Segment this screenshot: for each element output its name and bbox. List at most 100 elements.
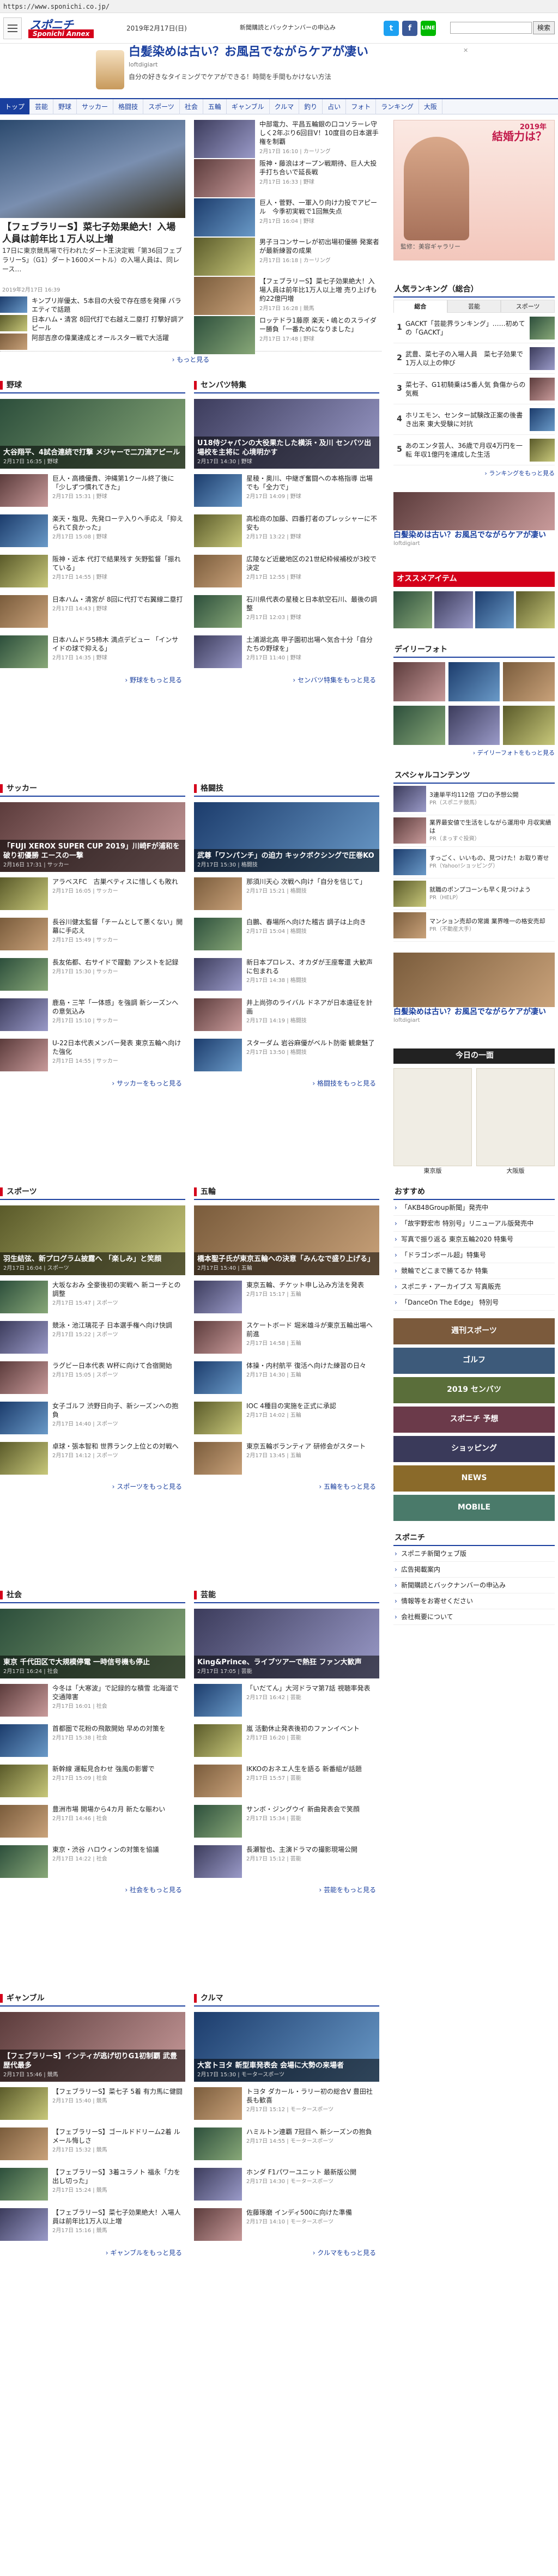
twitter-icon[interactable]: t — [384, 21, 399, 36]
nav-item[interactable]: 占い — [323, 99, 347, 114]
ranking-tab-ent[interactable]: 芸能 — [447, 300, 501, 313]
special-item[interactable]: すっごく、いいもの、見つけた！お取り寄せ PR（Yahoo!ショッピング） — [393, 847, 555, 878]
ranking-tab-all[interactable]: 総合 — [393, 300, 447, 313]
section-item[interactable]: 体操・内村航平 復活へ向けた練習の日々 2月17日 14:30 | 五輪 — [194, 1361, 379, 1396]
top-ad[interactable]: 白髪染めは古い？お風呂でながらケアが凄い loftdigiart 自分の好きなタ… — [96, 45, 434, 89]
section-heading[interactable]: 五輪 — [194, 1185, 379, 1200]
section-item[interactable]: 【フェブラリーS】菜七子 5着 有力馬に健闘 2月17日 15:40 | 競馬 — [0, 2087, 185, 2122]
hero-headline[interactable]: 【フェブラリーS】菜七子効果絶大！入場人員は前年比1万人以上増 売り上げも約22… — [194, 277, 379, 315]
special-item[interactable]: 業界最安値で生活をしながら運用中 月収実績は PR（まっすぐ投資） — [393, 815, 555, 847]
section-lead-image[interactable]: 【フェブラリーS】インティが逃げ切りG1初制覇 武豊 歴代最多 2月17日 15:… — [0, 2012, 185, 2082]
nav-item[interactable]: 格闘技 — [113, 99, 144, 114]
section-item[interactable]: 今冬は「大寒波」で記録的な積雪 北海道で交通障害 2月17日 16:01 | 社会 — [0, 1684, 185, 1719]
photo-thumb[interactable] — [503, 662, 555, 701]
ranking-more[interactable]: › ランキングをもっと見る — [393, 470, 555, 478]
section-item[interactable]: 楽天・塩見、先発ローテ入りへ手応え「抑えられて良かった」 2月17日 15:08 … — [0, 514, 185, 549]
section-item[interactable]: 日本ハムドラ5柿木 満点デビュー 「インサイドの球で抑える」 2月17日 14:3… — [0, 635, 185, 670]
section-item[interactable]: IOC 4種目の実施を正式に承認 2月17日 14:02 | 五輪 — [194, 1402, 379, 1437]
nav-item[interactable]: フォト — [346, 99, 377, 114]
section-item[interactable]: 広陵など近畿地区の21世紀枠候補校が3校で決定 2月17日 12:55 | 野球 — [194, 555, 379, 590]
nav-item[interactable]: クルマ — [270, 99, 300, 114]
side-ad[interactable]: 2019年 結婚力は？ 監修：美容ギャラリー — [393, 120, 555, 260]
section-item[interactable]: 井上尚弥のライバル ドネアが日本遠征を計画 2月17日 14:19 | 格闘技 — [194, 998, 379, 1033]
section-item[interactable]: 巨人・高橋優貴、沖縄第1クール終了後に「少しずつ慣れてきた」 2月17日 15:3… — [0, 474, 185, 509]
section-item[interactable]: 卓球・張本智和 世界ランク上位との対戦へ 2月17日 14:12 | スポーツ — [0, 1442, 185, 1477]
section-item[interactable]: 【フェブラリーS】3着ユラノト 福永「力を出し切った」 2月17日 15:24 |… — [0, 2168, 185, 2203]
nav-item[interactable]: 五輪 — [203, 99, 227, 114]
section-more-link[interactable]: › 格闘技をもっと見る — [194, 1079, 379, 1088]
section-heading[interactable]: 格闘技 — [194, 781, 379, 797]
shop-item[interactable] — [393, 591, 432, 628]
photo-thumb[interactable] — [393, 662, 445, 701]
promo-banner[interactable]: ショッピング — [393, 1435, 555, 1462]
special-item[interactable]: 3連単平均112倍 プロの予想公開 PR（スポニチ競馬） — [393, 784, 555, 815]
nav-item[interactable]: 大阪 — [419, 99, 442, 114]
ranking-item[interactable]: 5 あのエンタ芸人、36歳で月収4万円を一転 年収1億円を達成した生活 — [393, 435, 555, 465]
section-item[interactable]: トヨタ ダカール・ラリー初の総合V 豊田社長も歓喜 2月17日 15:12 | モ… — [194, 2087, 379, 2122]
section-item[interactable]: 白鵬、春場所へ向けた稽古 調子は上向き 2月17日 15:04 | 格闘技 — [194, 918, 379, 953]
special-item[interactable]: マンション売却の常識 業界唯一の格安売却 PR（不動産大手） — [393, 910, 555, 942]
section-lead-image[interactable]: 大谷翔平、4試合連続で打撃 メジャーで二刀流アピール 2月17日 16:35 | … — [0, 399, 185, 469]
section-item[interactable]: 那須川天心 次戦へ向け「自分を信じて」 2月17日 15:21 | 格闘技 — [194, 877, 379, 912]
section-item[interactable]: 首都圏で花粉の飛散開始 早めの対策を 2月17日 15:38 | 社会 — [0, 1724, 185, 1759]
shop-item[interactable] — [516, 591, 555, 628]
section-more-link[interactable]: › 社会をもっと見る — [0, 1886, 185, 1894]
section-item[interactable]: 豊洲市場 開場から4カ月 新たな賑わい 2月17日 14:46 | 社会 — [0, 1805, 185, 1840]
section-item[interactable]: 競泳・池江璃花子 日本選手権へ向け快調 2月17日 15:22 | スポーツ — [0, 1321, 185, 1356]
section-item[interactable]: 星稜・奥川、中継ぎ奮闘への本格指導 出場でも「全力で」 2月17日 14:09 |… — [194, 474, 379, 509]
section-item[interactable]: サンボ・ジングウイ 新曲発表会で笑顔 2月17日 15:34 | 芸能 — [194, 1805, 379, 1840]
promo-banner[interactable]: 週刊スポーツ — [393, 1318, 555, 1344]
side-ad-2[interactable]: 白髪染めは古い？お風呂でながらケアが凄い loftdigiart — [393, 492, 555, 557]
section-heading[interactable]: 社会 — [0, 1588, 185, 1603]
section-item[interactable]: ホンダ F1パワーユニット 最新版公開 2月17日 14:30 | モータースポー… — [194, 2168, 379, 2203]
section-more-link[interactable]: › 芸能をもっと見る — [194, 1886, 379, 1894]
osusume-item[interactable]: 「DanceOn The Edge」 特別号 — [393, 1295, 555, 1311]
hero-sub-headline[interactable]: 阿部吉彦の偉業達成とオールスター戦で大活躍 — [0, 334, 185, 351]
shop-item[interactable] — [434, 591, 473, 628]
section-item[interactable]: 長瀬智也、主演ドラマの撮影現場公開 2月17日 15:12 | 芸能 — [194, 1845, 379, 1880]
section-more-link[interactable]: › センバツ特集をもっと見る — [194, 676, 379, 684]
section-item[interactable]: アラベスFC 古巣ベティスに惜しくも敗れ 2月17日 16:05 | サッカー — [0, 877, 185, 912]
hero-headline[interactable]: 巨人・菅野、一軍入り向け力投でアピール 今季初実戦で1回無失点 2月17日 16:… — [194, 198, 379, 237]
promo-banner[interactable]: スポニチ 予想 — [393, 1406, 555, 1433]
osusume-item[interactable]: 競輪でどこまで勝てるか 特集 — [393, 1263, 555, 1279]
hero-headline[interactable]: 男子ヨコンサーレが初出場初優勝 発案者が最新練習の成果 2月17日 16:18 |… — [194, 238, 379, 276]
nav-item[interactable]: サッカー — [77, 99, 114, 114]
section-lead-image[interactable]: 「FUJI XEROX SUPER CUP 2019」川崎Fが浦和を破り初優勝 … — [0, 802, 185, 872]
osusume-item[interactable]: 「故宇野宏市 特別号」リニューアル版発売中 — [393, 1216, 555, 1232]
hero-title[interactable]: 【フェブラリーS】菜七子効果絶大！入場人員は前年比１万人以上増 — [2, 221, 182, 245]
section-item[interactable]: 高松商の加藤、四番打者のプレッシャーに不安も 2月17日 13:22 | 野球 — [194, 514, 379, 549]
section-item[interactable]: 石川県代表の星稜と日本航空石川、最後の調整 2月17日 12:03 | 野球 — [194, 595, 379, 630]
section-item[interactable]: 東京・渋谷 ハロウィンの対策を協議 2月17日 14:22 | 社会 — [0, 1845, 185, 1880]
ad-close-icon[interactable]: ✕ — [463, 47, 472, 56]
photo-thumb[interactable] — [448, 705, 500, 745]
section-more-link[interactable]: › サッカーをもっと見る — [0, 1079, 185, 1088]
special-item[interactable]: 就職のポンプコーンも早く見つけよう PR（HELP） — [393, 878, 555, 910]
section-lead-image[interactable]: U18侍ジャパンの大役果たした横浜・及川 センバツ出場校を主将に 心境明かす 2月… — [194, 399, 379, 469]
section-item[interactable]: 阪神・近本 代打で結果残す 矢野監督「振れている」 2月17日 14:55 | 野… — [0, 555, 185, 590]
nav-item[interactable]: 野球 — [53, 99, 77, 114]
section-item[interactable]: 新日本プロレス、オカダが王座奪還 大歓声に包まれる 2月17日 14:38 | 格… — [194, 958, 379, 993]
section-heading[interactable]: スポーツ — [0, 1185, 185, 1200]
photo-thumb[interactable] — [503, 705, 555, 745]
section-item[interactable]: 新幹線 運転見合わせ 強風の影響で 2月17日 15:09 | 社会 — [0, 1765, 185, 1799]
section-lead-image[interactable]: 大宮トヨタ 新型車発表会 会場に大勢の来場者 2月17日 15:30 | モーター… — [194, 2012, 379, 2082]
menu-icon[interactable] — [3, 17, 22, 39]
photo-thumb[interactable] — [393, 705, 445, 745]
nav-item[interactable]: 社会 — [180, 99, 203, 114]
section-lead-image[interactable]: King&Prince、ライブツアーで熱狂 ファン大歓声 2月17日 17:05 … — [194, 1609, 379, 1678]
nav-item[interactable]: 釣り — [299, 99, 323, 114]
section-item[interactable]: ラグビー日本代表 W杯に向けて合宿開始 2月17日 15:05 | スポーツ — [0, 1361, 185, 1396]
promo-banner[interactable]: NEWS — [393, 1465, 555, 1492]
sponichi-link[interactable]: 広告掲載案内 — [393, 1562, 555, 1578]
section-lead-image[interactable]: 羽生結弦、新プログラム披露へ 「楽しみ」と笑顔 2月17日 16:04 | スポー… — [0, 1205, 185, 1275]
ranking-tab-sports[interactable]: スポーツ — [501, 300, 555, 313]
section-item[interactable]: 日本ハム・清宮が 8回に代打で右翼線二塁打 2月17日 14:43 | 野球 — [0, 595, 185, 630]
section-item[interactable]: U-22日本代表メンバー発表 東京五輪へ向けた強化 2月17日 14:55 | サ… — [0, 1039, 185, 1074]
section-item[interactable]: IKKOのおネエ人生を語る 新番組が話題 2月17日 15:57 | 芸能 — [194, 1765, 379, 1799]
section-item[interactable]: 嵐 活動休止発表後初のファンイベント 2月17日 16:20 | 芸能 — [194, 1724, 379, 1759]
osusume-item[interactable]: 「ドラゴンボール超」特集号 — [393, 1247, 555, 1263]
nav-item[interactable]: ランキング — [376, 99, 419, 114]
section-heading[interactable]: サッカー — [0, 781, 185, 797]
url-bar[interactable]: https://www.sponichi.co.jp/ — [0, 0, 558, 13]
